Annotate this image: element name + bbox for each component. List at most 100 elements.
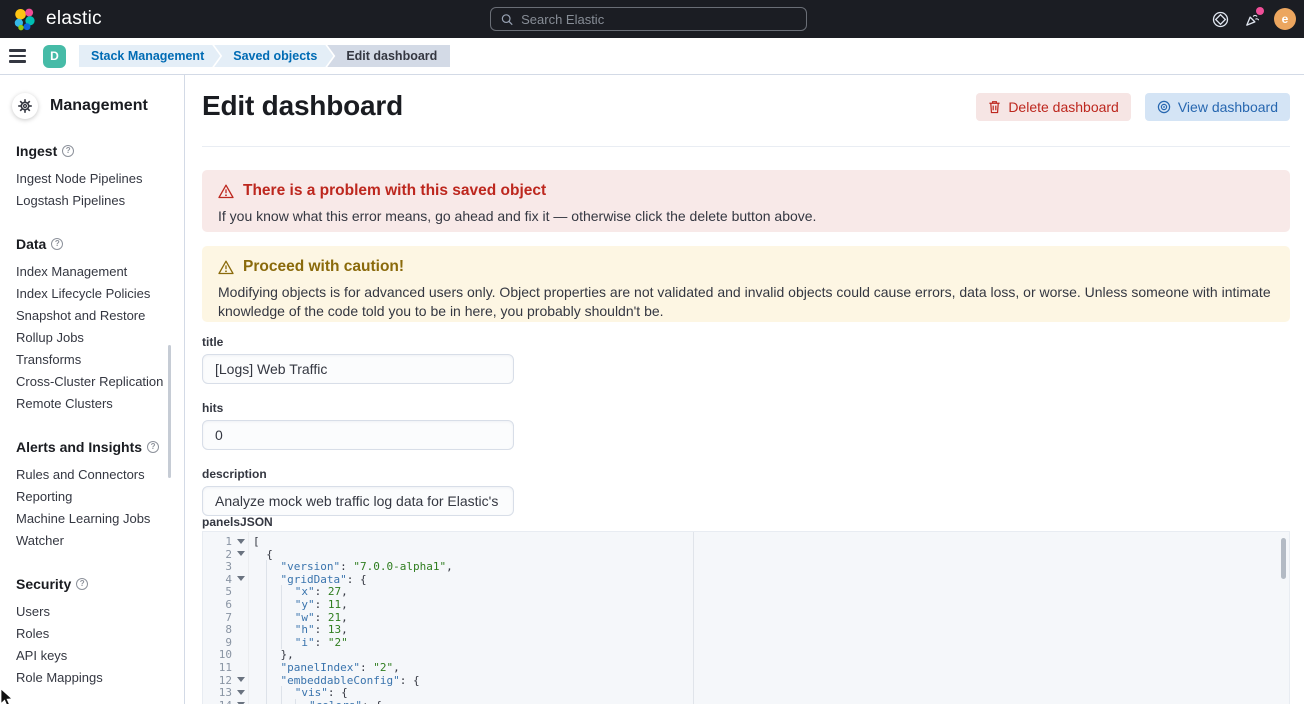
sidebar-item-roles[interactable]: Roles <box>16 623 174 645</box>
code-line[interactable]: "h": 13, <box>253 623 1289 636</box>
fold-arrow-icon[interactable] <box>237 690 245 695</box>
user-avatar[interactable]: e <box>1274 8 1296 30</box>
gutter-line: 4 <box>203 573 248 586</box>
notification-dot <box>1256 7 1264 15</box>
kibana-app: elastic e <box>0 0 1304 704</box>
logo-wordmark: elastic <box>46 8 102 30</box>
breadcrumb-item-stack-management[interactable]: Stack Management <box>79 45 220 67</box>
sidebar-section-heading: Security? <box>16 576 174 592</box>
sidebar-section-heading: Alerts and Insights? <box>16 439 174 455</box>
description-field[interactable] <box>202 486 514 516</box>
search-input[interactable] <box>521 12 796 27</box>
code-line[interactable]: "version": "7.0.0-alpha1", <box>253 560 1289 573</box>
gutter-line: 8 <box>203 623 248 636</box>
gutter-line: 2 <box>203 548 248 561</box>
warning-callout: Proceed with caution! Modifying objects … <box>202 246 1290 322</box>
breadcrumb-item-saved-objects[interactable]: Saved objects <box>214 45 333 67</box>
sidebar-scrollbar[interactable] <box>168 345 171 478</box>
code-line[interactable]: "y": 11, <box>253 598 1289 611</box>
sidebar-section: Ingest? Ingest Node PipelinesLogstash Pip… <box>16 143 174 212</box>
code-line[interactable]: }, <box>253 648 1289 661</box>
panelsjson-label: panelsJSON <box>202 515 273 529</box>
sidebar-item-role-mappings[interactable]: Role Mappings <box>16 667 174 689</box>
gutter-line: 5 <box>203 585 248 598</box>
sidebar-item-rules-and-connectors[interactable]: Rules and Connectors <box>16 464 174 486</box>
sidebar-item-remote-clusters[interactable]: Remote Clusters <box>16 393 174 415</box>
sidebar-item-logstash-pipelines[interactable]: Logstash Pipelines <box>16 190 174 212</box>
sidebar-title: Management <box>50 97 148 115</box>
code-line[interactable]: "gridData": { <box>253 573 1289 586</box>
hits-field[interactable] <box>202 420 514 450</box>
sidebar-item-reporting[interactable]: Reporting <box>16 486 174 508</box>
print-margin-line <box>693 532 694 704</box>
sidebar-item-snapshot-and-restore[interactable]: Snapshot and Restore <box>16 305 174 327</box>
trash-icon <box>988 100 1001 114</box>
code-line[interactable]: "w": 21, <box>253 611 1289 624</box>
gutter-line: 14 <box>203 699 248 704</box>
warning-icon <box>218 184 234 199</box>
space-avatar[interactable]: D <box>43 45 66 68</box>
help-icon[interactable]: ? <box>51 238 63 250</box>
title-field[interactable] <box>202 354 514 384</box>
code-line[interactable]: { <box>253 548 1289 561</box>
panelsjson-editor[interactable]: 1234567891011121314 [ { "version": "7.0.… <box>202 531 1290 704</box>
fold-arrow-icon[interactable] <box>237 551 245 556</box>
sidebar-section: Alerts and Insights? Rules and Connectors… <box>16 439 174 552</box>
fold-arrow-icon[interactable] <box>237 539 245 544</box>
newsfeed-icon[interactable] <box>1242 9 1262 29</box>
sidebar-item-rollup-jobs[interactable]: Rollup Jobs <box>16 327 174 349</box>
gutter-line: 13 <box>203 686 248 699</box>
code-line[interactable]: "colors": { <box>253 699 1289 704</box>
view-dashboard-button[interactable]: View dashboard <box>1145 93 1290 121</box>
hits-label: hits <box>202 401 514 415</box>
menu-icon[interactable] <box>9 41 39 71</box>
sidebar-section: Security? UsersRolesAPI keysRole Mappings <box>16 576 174 689</box>
sidebar-item-machine-learning-jobs[interactable]: Machine Learning Jobs <box>16 508 174 530</box>
code-line[interactable]: "i": "2" <box>253 636 1289 649</box>
editor-scrollbar[interactable] <box>1281 538 1286 579</box>
sidebar-item-cross-cluster-replication[interactable]: Cross-Cluster Replication <box>16 371 174 393</box>
gutter-line: 9 <box>203 636 248 649</box>
sidebar-item-transforms[interactable]: Transforms <box>16 349 174 371</box>
delete-dashboard-button[interactable]: Delete dashboard <box>976 93 1131 121</box>
header-actions: e <box>1210 0 1296 38</box>
sidebar-item-users[interactable]: Users <box>16 601 174 623</box>
code-line[interactable]: "x": 27, <box>253 585 1289 598</box>
elastic-logo-icon <box>12 7 36 31</box>
mouse-cursor <box>0 688 14 704</box>
global-header: elastic e <box>0 0 1304 38</box>
sidebar-section: Data? Index ManagementIndex Lifecycle Pol… <box>16 236 174 415</box>
warning-icon <box>218 260 234 275</box>
sidebar-item-index-management[interactable]: Index Management <box>16 261 174 283</box>
warning-callout-title: Proceed with caution! <box>243 258 404 276</box>
elastic-logo[interactable]: elastic <box>12 7 102 31</box>
page-actions: Delete dashboard View dashboard <box>976 93 1290 121</box>
sidebar-item-api-keys[interactable]: API keys <box>16 645 174 667</box>
deployment-icon[interactable] <box>1210 9 1230 29</box>
sidebar-section-heading: Data? <box>16 236 174 252</box>
breadcrumb-item-edit-dashboard: Edit dashboard <box>327 45 450 67</box>
code-line[interactable]: "embeddableConfig": { <box>253 674 1289 687</box>
management-sidebar: Management Ingest? Ingest Node PipelinesL… <box>0 75 185 704</box>
help-icon[interactable]: ? <box>76 578 88 590</box>
help-icon[interactable]: ? <box>62 145 74 157</box>
sidebar-item-index-lifecycle-policies[interactable]: Index Lifecycle Policies <box>16 283 174 305</box>
page-title: Edit dashboard <box>202 90 403 122</box>
gutter-line: 12 <box>203 674 248 687</box>
sidebar-item-watcher[interactable]: Watcher <box>16 530 174 552</box>
saved-object-fields: titlehitsdescription <box>202 335 514 533</box>
global-search[interactable] <box>490 7 807 31</box>
sidebar-item-ingest-node-pipelines[interactable]: Ingest Node Pipelines <box>16 168 174 190</box>
error-callout-title: There is a problem with this saved objec… <box>243 182 546 200</box>
warning-callout-body: Modifying objects is for advanced users … <box>218 283 1274 321</box>
description-label: description <box>202 467 514 481</box>
help-icon[interactable]: ? <box>147 441 159 453</box>
code-line[interactable]: "panelIndex": "2", <box>253 661 1289 674</box>
code-line[interactable]: "vis": { <box>253 686 1289 699</box>
gutter-line: 6 <box>203 598 248 611</box>
code-line[interactable]: [ <box>253 535 1289 548</box>
sidebar-section-heading: Ingest? <box>16 143 174 159</box>
fold-arrow-icon[interactable] <box>237 576 245 581</box>
editor-code[interactable]: [ { "version": "7.0.0-alpha1", "gridData… <box>249 532 1289 704</box>
fold-arrow-icon[interactable] <box>237 677 245 682</box>
